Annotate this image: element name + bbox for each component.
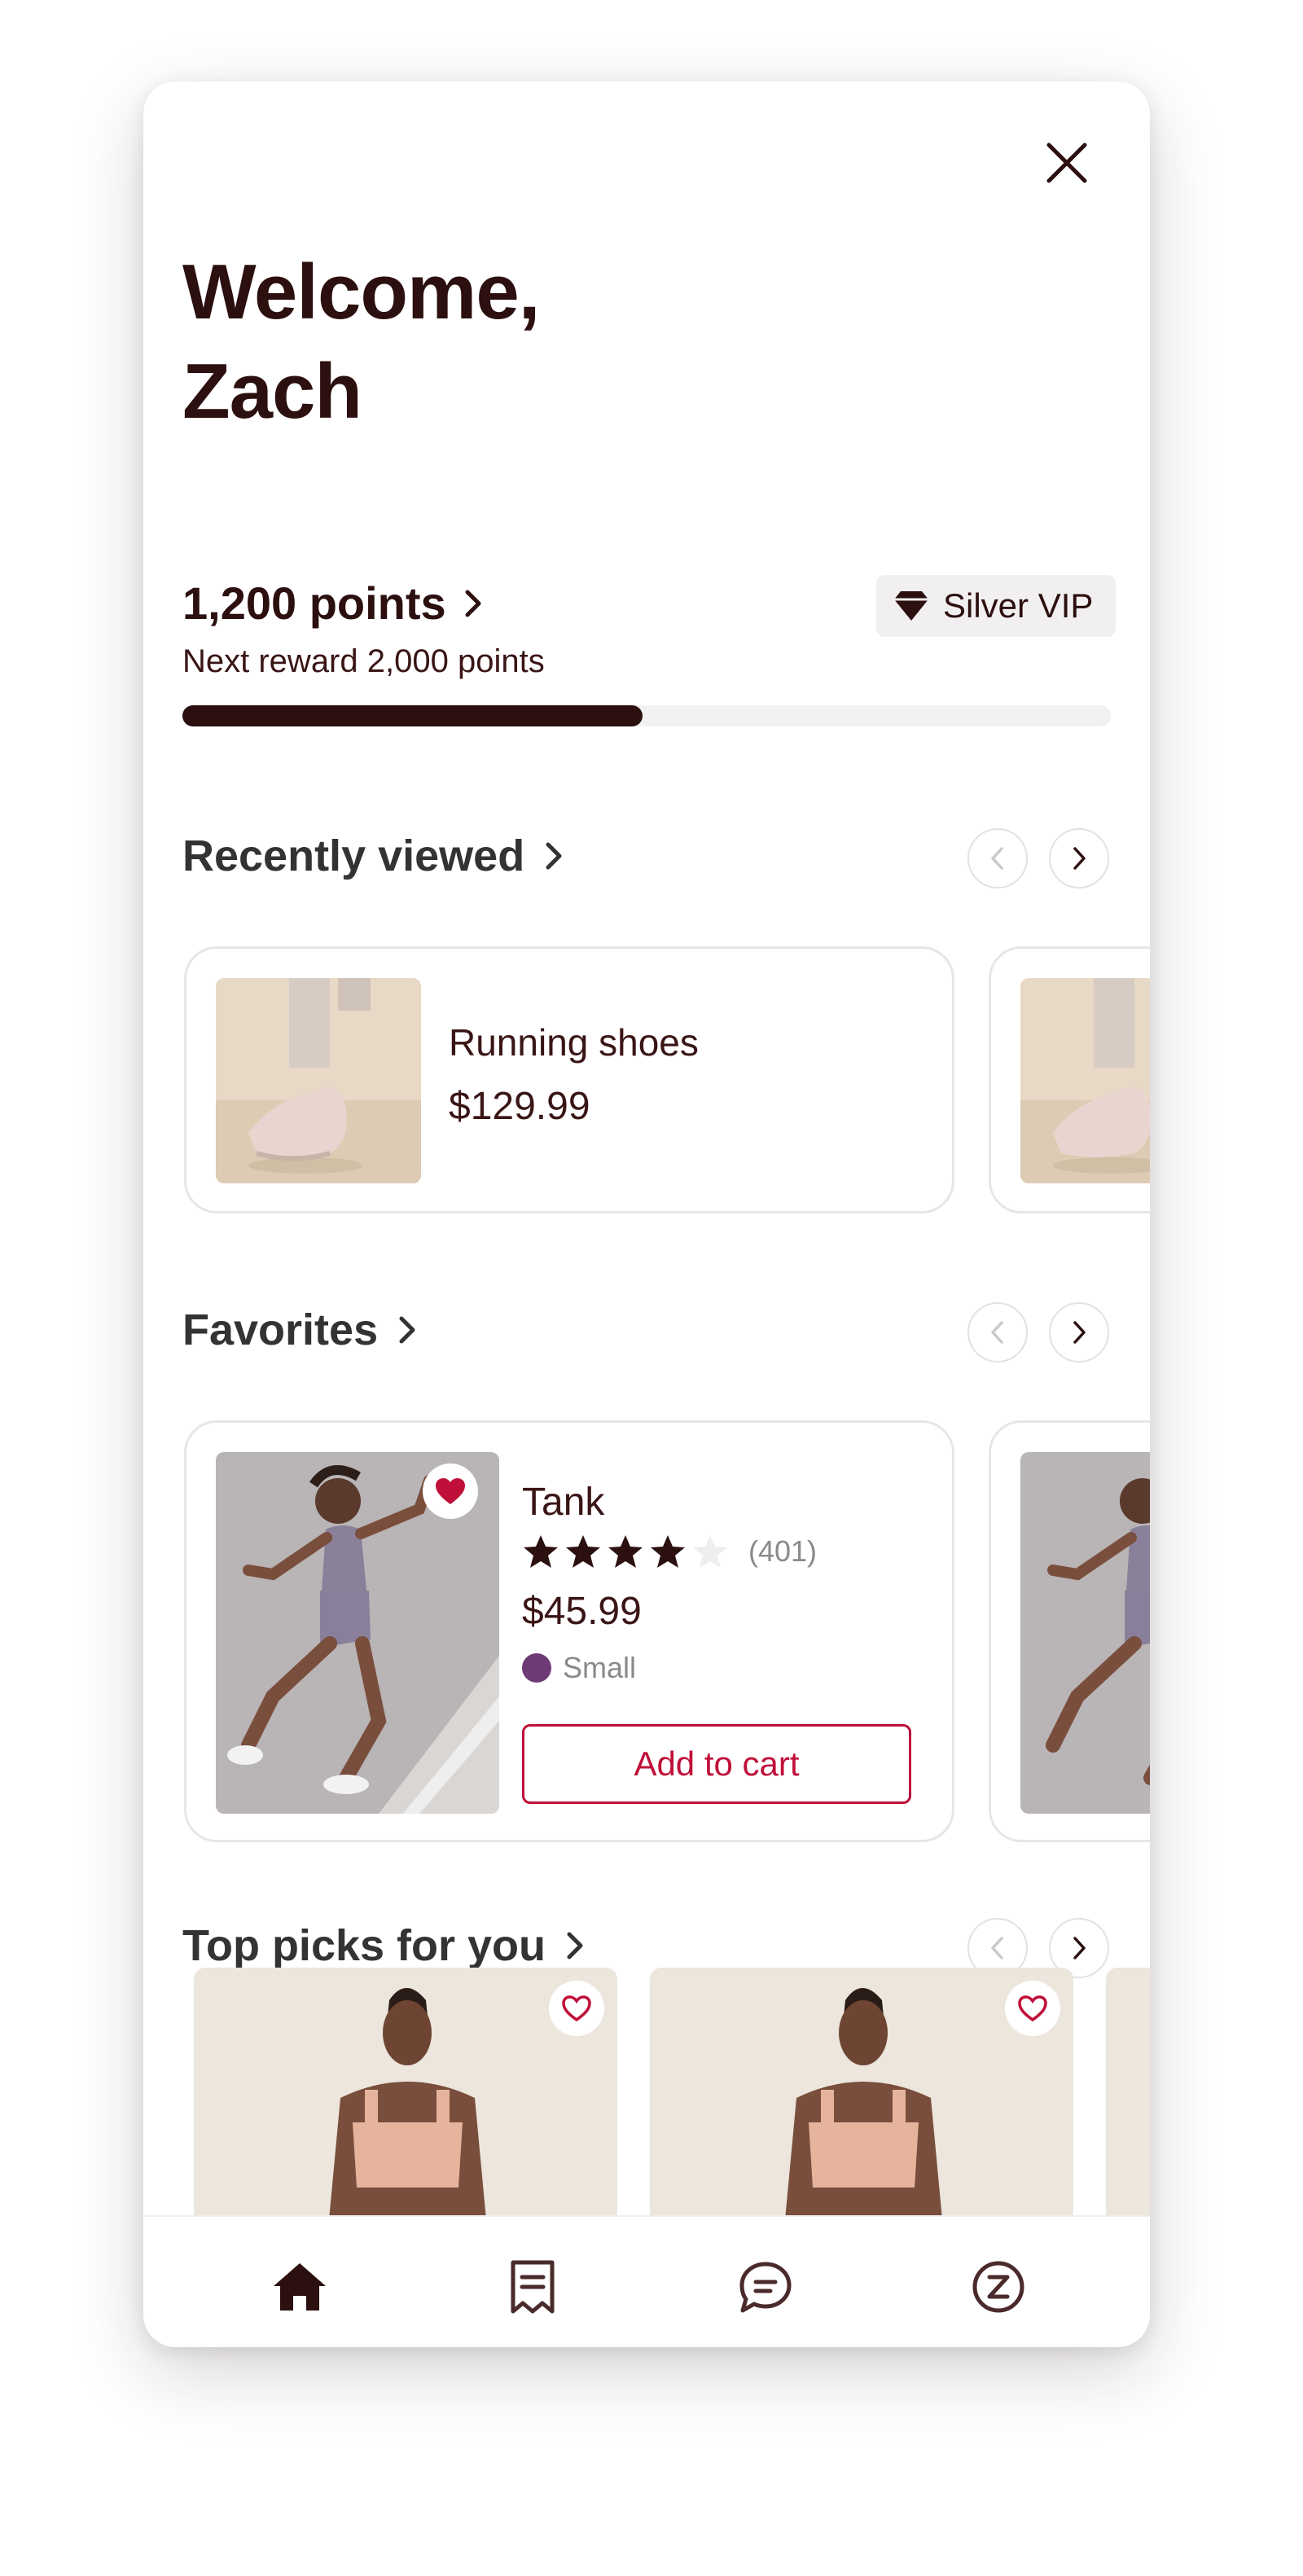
heart-outline-icon (1018, 1995, 1047, 2022)
star-filled-icon (566, 1535, 600, 1568)
favorite-toggle[interactable] (549, 1981, 604, 2036)
close-button[interactable] (1034, 130, 1099, 195)
star-empty-icon (693, 1535, 727, 1568)
star-filled-icon (524, 1535, 558, 1568)
bottom-tab-bar (143, 2215, 1150, 2347)
top-picks-header-link[interactable]: Top picks for you (182, 1920, 586, 1971)
rating-stars: (401) (522, 1534, 817, 1569)
chevron-right-icon (1073, 1937, 1086, 1959)
tier-label: Silver VIP (943, 586, 1094, 625)
tier-badge: Silver VIP (876, 575, 1117, 637)
chevron-right-icon (1073, 847, 1086, 870)
product-price: $45.99 (522, 1590, 642, 1633)
recently-viewed-card[interactable]: Running shoes $129.99 (184, 946, 954, 1213)
favorite-toggle[interactable] (1005, 1981, 1060, 2036)
points-link[interactable]: 1,200 points (182, 577, 485, 630)
home-icon (274, 2263, 326, 2311)
diamond-icon (894, 591, 928, 621)
favorites-carousel-nav (967, 1302, 1109, 1363)
recently-viewed-carousel-nav (967, 828, 1109, 889)
favorite-card[interactable]: Tank (401) $45.99 Small Add to cart (184, 1420, 954, 1842)
chevron-right-icon (567, 1932, 583, 1959)
points-balance: 1,200 points (182, 577, 446, 629)
product-image-running-shoes (216, 978, 421, 1183)
chevron-left-icon (991, 847, 1003, 870)
carousel-next-button[interactable] (1049, 1302, 1109, 1363)
chevron-right-icon (546, 842, 562, 870)
chat-icon (739, 2262, 792, 2313)
tab-rewards[interactable] (964, 2253, 1033, 2321)
top-pick-card-peek[interactable] (1106, 1968, 1150, 2228)
review-count: (401) (748, 1534, 818, 1568)
recently-viewed-title: Recently viewed (182, 832, 525, 880)
top-pick-card[interactable] (650, 1968, 1073, 2228)
next-reward-text: Next reward 2,000 points (182, 643, 545, 679)
product-image-tank (1020, 1452, 1150, 1814)
tab-messages[interactable] (731, 2253, 800, 2321)
tab-orders[interactable] (498, 2253, 567, 2321)
close-icon (1046, 143, 1087, 183)
star-rating (522, 1534, 729, 1569)
chevron-right-icon (1073, 1321, 1086, 1344)
carousel-prev-button[interactable] (967, 1302, 1028, 1363)
recently-viewed-header-link[interactable]: Recently viewed (182, 831, 565, 881)
favorite-toggle[interactable] (423, 1464, 478, 1519)
product-image-running-shoes (1020, 978, 1150, 1183)
welcome-user-name: Zach (182, 348, 362, 435)
favorites-title: Favorites (182, 1306, 379, 1354)
top-picks-title: Top picks for you (182, 1921, 546, 1970)
favorites-header-link[interactable]: Favorites (182, 1305, 419, 1355)
product-name: Tank (522, 1481, 605, 1524)
size-label: Small (563, 1651, 637, 1684)
color-swatch (522, 1653, 551, 1683)
chevron-right-icon (399, 1316, 415, 1344)
rewards-progress-bar (182, 705, 1111, 726)
welcome-greeting: Welcome, (182, 248, 540, 336)
recently-viewed-card-peek[interactable] (989, 946, 1150, 1213)
carousel-next-button[interactable] (1049, 828, 1109, 889)
welcome-heading: Welcome, Zach (182, 243, 834, 441)
heart-filled-icon (436, 1478, 465, 1504)
star-filled-icon (651, 1535, 685, 1568)
add-to-cart-button[interactable]: Add to cart (522, 1724, 911, 1804)
tab-home[interactable] (265, 2253, 334, 2321)
rewards-progress-fill (182, 705, 643, 726)
app-panel: Welcome, Zach 1,200 points Next reward 2… (143, 81, 1150, 2347)
star-filled-icon (608, 1535, 643, 1568)
receipt-icon (511, 2260, 555, 2314)
chevron-right-icon (465, 590, 481, 617)
heart-outline-icon (562, 1995, 591, 2022)
chevron-left-icon (991, 1937, 1003, 1959)
rewards-z-icon (972, 2261, 1024, 2313)
product-price: $129.99 (449, 1085, 590, 1128)
chevron-left-icon (991, 1321, 1003, 1344)
carousel-prev-button[interactable] (967, 828, 1028, 889)
product-name: Running shoes (449, 1021, 699, 1064)
top-pick-card[interactable] (194, 1968, 617, 2228)
favorite-card-peek[interactable] (989, 1420, 1150, 1842)
product-variant: Small (522, 1651, 636, 1685)
